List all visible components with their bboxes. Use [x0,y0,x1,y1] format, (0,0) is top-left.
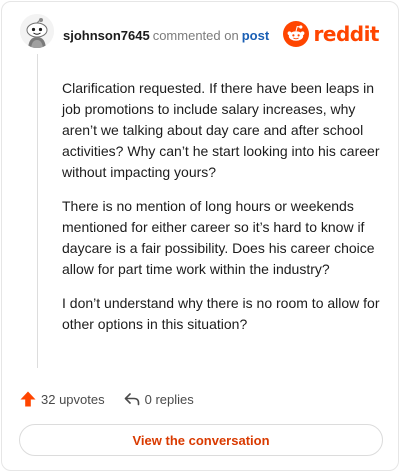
upvote-arrow-icon [20,391,36,407]
reply-count: 0 replies [144,391,194,407]
reply-arrow-icon [124,393,139,406]
snoo-avatar-icon [20,14,54,48]
username-link[interactable]: sjohnson7645 [63,28,150,43]
comment-header: sjohnson7645 commented on post reddit [2,2,398,66]
comment-actions: 32 upvotes 0 replies [19,390,194,408]
reply-button[interactable]: 0 replies [123,390,194,408]
reddit-logo-icon [282,21,309,47]
upvote-button[interactable]: 32 upvotes [19,390,105,408]
comment-body: Clarification requested. If there have b… [62,78,382,348]
thread-line [37,54,38,368]
view-conversation-button[interactable]: View the conversation [19,424,383,456]
upvote-count: 32 upvotes [41,391,105,407]
author-line: sjohnson7645 commented on post [63,28,269,43]
comment-card: sjohnson7645 commented on post reddit Clar… [1,1,399,471]
comment-paragraph: I don’t understand why there is no room … [62,295,380,332]
action-text: commented on [152,28,239,43]
comment-paragraph: Clarification requested. If there have b… [62,80,380,180]
user-avatar[interactable] [20,14,54,48]
post-link[interactable]: post [242,28,269,43]
reddit-brand[interactable]: reddit [282,20,380,48]
reddit-wordmark: reddit [313,22,380,46]
comment-paragraph: There is no mention of long hours or wee… [62,198,375,277]
